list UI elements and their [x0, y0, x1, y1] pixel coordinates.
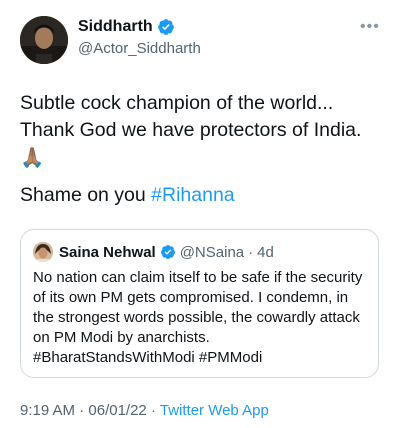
- tweet-text-line1: Subtle cock champion of the world... Tha…: [20, 92, 362, 141]
- quoted-verified-badge-icon: [160, 245, 175, 259]
- quoted-tweet-text: No nation can claim itself to be safe if…: [33, 268, 368, 368]
- tweet-text-line2: Shame on you: [20, 184, 152, 206]
- author-name-row: Siddharth: [78, 18, 175, 36]
- quoted-dot: ·: [248, 243, 254, 261]
- quoted-tweet-age[interactable]: 4d: [257, 244, 274, 261]
- tweet-date[interactable]: 06/01/22: [88, 402, 146, 419]
- tweet-footer: 9:19 AM · 06/01/22 · Twitter Web App: [20, 402, 269, 419]
- quoted-author-handle[interactable]: @NSaina: [180, 244, 244, 261]
- tweet-time[interactable]: 9:19 AM: [20, 402, 75, 419]
- verified-badge-icon: [157, 19, 174, 35]
- quoted-tweet-header: Saina Nehwal @NSaina · 4d: [33, 242, 274, 262]
- author-avatar[interactable]: [20, 16, 68, 64]
- more-options-icon[interactable]: •••: [360, 18, 380, 36]
- quoted-tweet-body: No nation can claim itself to be safe if…: [33, 269, 363, 346]
- author-handle[interactable]: @Actor_Siddharth: [78, 40, 201, 57]
- footer-dot: ·: [150, 402, 156, 419]
- tweet-text: Subtle cock champion of the world... Tha…: [20, 90, 385, 209]
- quoted-tweet[interactable]: Saina Nehwal @NSaina · 4d No nation can …: [20, 229, 379, 378]
- tweet-text-paragraph-1: Subtle cock champion of the world... Tha…: [20, 90, 385, 172]
- quoted-author-display-name[interactable]: Saina Nehwal: [59, 244, 156, 261]
- quoted-author-avatar[interactable]: [33, 242, 53, 262]
- tweet-source-link[interactable]: Twitter Web App: [160, 402, 269, 419]
- hashtag-link[interactable]: #Rihanna: [151, 184, 234, 206]
- footer-dot: ·: [79, 402, 85, 419]
- author-display-name[interactable]: Siddharth: [78, 18, 153, 36]
- tweet-text-paragraph-2: Shame on you #Rihanna: [20, 182, 385, 209]
- quoted-tweet-hashtags: #BharatStandsWithModi #PMModi: [33, 349, 263, 366]
- folded-hands-emoji: 🙏🏽: [20, 146, 45, 169]
